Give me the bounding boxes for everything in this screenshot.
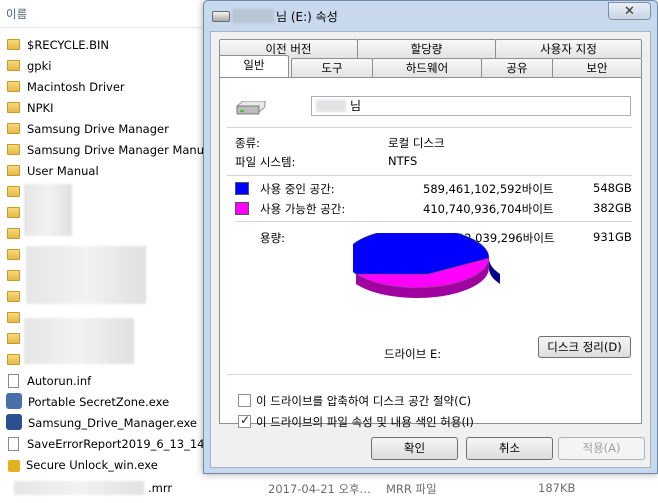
type-value: 로컬 디스크 [388, 136, 445, 150]
general-tab-panel: 님 종류: 로컬 디스크 파일 시스템: NTFS 사용 중인 공간: 589,… [219, 77, 642, 429]
tab-customize[interactable]: 사용자 지정 [495, 39, 642, 58]
title-bar[interactable]: 님 (E:) 속성 ✕ [204, 1, 657, 31]
list-item[interactable] [6, 266, 27, 287]
divider [227, 127, 632, 128]
list-item[interactable]: NPKI [6, 98, 53, 119]
folder-icon [7, 144, 20, 155]
list-item[interactable] [6, 245, 27, 266]
document-icon [8, 437, 19, 451]
filesystem-value: NTFS [388, 154, 418, 168]
folder-icon [7, 60, 20, 71]
redacted-block [232, 9, 274, 23]
tab-tools[interactable]: 도구 [291, 58, 373, 77]
drive-letter-label: 드라이브 E: [384, 347, 442, 361]
folder-icon [7, 207, 20, 218]
tab-hardware[interactable]: 하드웨어 [372, 58, 482, 77]
folder-icon [7, 354, 20, 365]
used-space-label: 사용 중인 공간: [260, 182, 335, 196]
free-space-label: 사용 가능한 공간: [260, 202, 346, 216]
drive-icon [212, 11, 230, 22]
cancel-button[interactable]: 취소 [466, 437, 553, 460]
list-item[interactable]: Portable SecretZone.exe [6, 392, 169, 413]
settings-file-icon [8, 374, 19, 388]
list-item[interactable]: .mrr 2017-04-21 오후... MRR 파일 187KB [0, 478, 658, 500]
folder-icon [7, 186, 20, 197]
folder-icon [7, 165, 20, 176]
folder-icon [7, 123, 20, 134]
compress-drive-checkbox[interactable] [238, 394, 251, 407]
lock-icon [8, 460, 20, 472]
disk-cleanup-button[interactable]: 디스크 정리(D) [538, 336, 631, 358]
folder-icon [7, 291, 20, 302]
folder-icon [7, 249, 20, 260]
folder-icon [7, 102, 20, 113]
tab-sharing[interactable]: 공유 [481, 58, 553, 77]
list-item[interactable]: SaveErrorReport2019_6_13_14_4 [6, 434, 218, 455]
column-header-name[interactable]: 이름 [0, 0, 205, 28]
hard-drive-icon [236, 101, 266, 115]
capacity-label: 용량: [260, 231, 286, 245]
close-icon: ✕ [624, 4, 635, 19]
list-item[interactable]: Samsung Drive Manager Manual [6, 140, 214, 161]
tab-security[interactable]: 보안 [552, 58, 642, 77]
list-item[interactable]: Autorun.inf [6, 371, 91, 392]
free-space-bytes: 410,740,936,704바이트 [423, 202, 554, 216]
divider [227, 374, 632, 375]
divider [235, 221, 632, 222]
ok-button[interactable]: 확인 [371, 437, 458, 460]
tab-general[interactable]: 일반 [219, 55, 289, 77]
folder-icon [7, 39, 20, 50]
disk-usage-pie-chart [353, 233, 500, 299]
list-item[interactable]: Samsung Drive Manager [6, 119, 169, 140]
apply-button[interactable]: 적용(A) [558, 437, 645, 460]
folder-icon [7, 333, 20, 344]
divider [227, 175, 632, 176]
folder-icon [7, 270, 20, 281]
free-space-swatch [235, 202, 249, 215]
list-item[interactable]: $RECYCLE.BIN [6, 35, 109, 56]
index-drive-label[interactable]: 이 드라이브의 파일 속성 및 내용 색인 허용(I) [256, 414, 474, 430]
redacted-block [24, 184, 72, 236]
used-space-swatch [235, 182, 249, 195]
free-space-gb: 382GB [593, 201, 632, 215]
filesystem-label: 파일 시스템: [235, 155, 296, 169]
list-item[interactable] [6, 287, 27, 308]
capacity-gb: 931GB [593, 230, 632, 244]
close-button[interactable]: ✕ [608, 2, 651, 20]
drive-name-input[interactable]: 님 [311, 96, 631, 116]
redacted-block [26, 246, 146, 304]
redacted-block [24, 318, 134, 364]
list-item[interactable]: Samsung_Drive_Manager.exe [6, 413, 197, 434]
tab-quota[interactable]: 할당량 [357, 39, 496, 58]
folder-icon [7, 312, 20, 323]
folder-icon [7, 81, 20, 92]
redacted-block [316, 100, 346, 112]
used-space-bytes: 589,461,102,592바이트 [423, 182, 554, 196]
list-item[interactable]: User Manual [6, 161, 99, 182]
index-drive-checkbox[interactable] [238, 413, 251, 428]
drive-properties-dialog: 님 (E:) 속성 ✕ 이전 버전 할당량 사용자 지정 일반 도구 하드웨어 … [203, 0, 658, 474]
app-icon [6, 414, 22, 430]
list-item[interactable]: Secure Unlock_win.exe [6, 455, 158, 476]
dialog-client: 이전 버전 할당량 사용자 지정 일반 도구 하드웨어 공유 보안 님 종류: … [210, 31, 651, 468]
type-label: 종류: [235, 136, 261, 150]
pie-used-side [488, 258, 500, 284]
compress-drive-label[interactable]: 이 드라이브를 압축하여 디스크 공간 절약(C) [256, 393, 471, 409]
dialog-title: 님 (E:) 속성 [276, 10, 338, 24]
app-icon [6, 393, 22, 409]
folder-icon [7, 228, 20, 239]
redacted-block [14, 481, 144, 495]
list-item[interactable]: gpki [6, 56, 51, 77]
list-item[interactable]: Macintosh Driver [6, 77, 125, 98]
used-space-gb: 548GB [593, 181, 632, 195]
